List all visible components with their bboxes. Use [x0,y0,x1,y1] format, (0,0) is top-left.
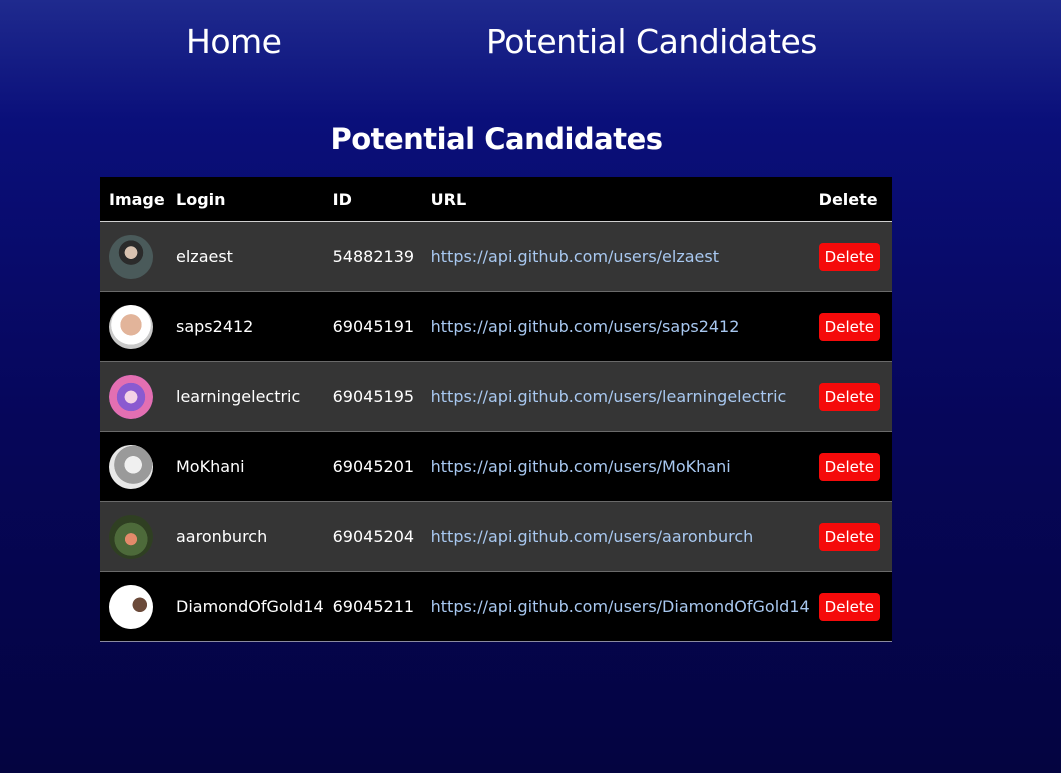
top-nav: Home Potential Candidates [0,22,1061,66]
id-cell: 69045211 [323,571,422,642]
delete-cell: Delete [809,501,892,572]
avatar-image [109,234,153,279]
table-row: MoKhani 69045201 https://api.github.com/… [100,431,892,502]
profile-url: https://api.github.com/users/DiamondOfGo… [430,597,810,616]
image-cell [100,221,167,292]
login-cell: elzaest [167,221,324,292]
header-id: ID [323,177,422,222]
avatar-image [109,374,153,419]
id-cell: 69045201 [323,431,422,502]
url-cell: https://api.github.com/users/aaronburch [421,501,810,572]
table-row: saps2412 69045191 https://api.github.com… [100,291,892,362]
delete-button[interactable]: Delete [818,522,880,551]
url-cell: https://api.github.com/users/learningele… [421,361,810,432]
delete-button[interactable]: Delete [818,452,880,481]
avatar-image [109,444,153,489]
candidates-table: Image Login ID URL Delete elzaest 548821… [100,177,892,642]
profile-url: https://api.github.com/users/MoKhani [430,457,731,476]
avatar-image [109,514,153,559]
url-cell: https://api.github.com/users/MoKhani [421,431,810,502]
delete-cell: Delete [809,221,892,292]
table-row: DiamondOfGold14 69045211 https://api.git… [100,571,892,642]
header-image: Image [100,177,167,222]
delete-cell: Delete [809,571,892,642]
table-row: aaronburch 69045204 https://api.github.c… [100,501,892,572]
profile-url: https://api.github.com/users/saps2412 [430,317,740,336]
id-cell: 69045195 [323,361,422,432]
header-login: Login [167,177,324,222]
nav-home-link[interactable]: Home [186,22,282,61]
table-header: Image Login ID URL Delete [100,177,892,222]
login-cell: aaronburch [167,501,324,572]
login-cell: saps2412 [167,291,324,362]
avatar-image [109,304,153,349]
delete-cell: Delete [809,291,892,362]
table-row: elzaest 54882139 https://api.github.com/… [100,221,892,292]
delete-cell: Delete [809,361,892,432]
delete-button[interactable]: Delete [818,242,880,271]
image-cell [100,291,167,362]
delete-cell: Delete [809,431,892,502]
id-cell: 69045191 [323,291,422,362]
table-body: elzaest 54882139 https://api.github.com/… [100,221,892,642]
login-cell: MoKhani [167,431,324,502]
nav-potential-candidates-link[interactable]: Potential Candidates [486,22,817,61]
table-row: learningelectric 69045195 https://api.gi… [100,361,892,432]
profile-url: https://api.github.com/users/learningele… [430,387,787,406]
page-title: Potential Candidates [330,122,663,156]
delete-button[interactable]: Delete [818,592,880,621]
header-delete: Delete [809,177,892,222]
id-cell: 69045204 [323,501,422,572]
avatar-image [109,584,153,629]
image-cell [100,571,167,642]
id-cell: 54882139 [323,221,422,292]
delete-button[interactable]: Delete [818,382,880,411]
delete-button[interactable]: Delete [818,312,880,341]
image-cell [100,361,167,432]
header-row: Image Login ID URL Delete [100,177,892,222]
url-cell: https://api.github.com/users/saps2412 [421,291,810,362]
profile-url: https://api.github.com/users/elzaest [430,247,719,266]
login-cell: DiamondOfGold14 [167,571,324,642]
login-cell: learningelectric [167,361,324,432]
header-url: URL [421,177,810,222]
image-cell [100,431,167,502]
image-cell [100,501,167,572]
url-cell: https://api.github.com/users/DiamondOfGo… [421,571,810,642]
url-cell: https://api.github.com/users/elzaest [421,221,810,292]
profile-url: https://api.github.com/users/aaronburch [430,527,754,546]
